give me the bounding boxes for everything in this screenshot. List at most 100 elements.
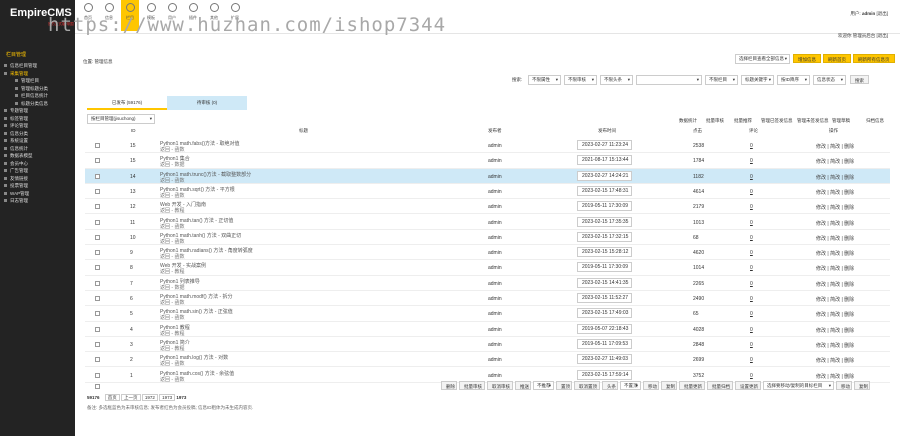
- sidebar-item[interactable]: 信息分类: [0, 130, 75, 138]
- row-date-input[interactable]: 2023-02-27 14:24:21: [577, 170, 632, 181]
- toolbar-link[interactable]: 归档信息: [866, 118, 884, 124]
- row-comments[interactable]: 0: [750, 265, 753, 271]
- row-ops[interactable]: 修改 | 简改 | 删除: [816, 174, 854, 181]
- row-ops[interactable]: 修改 | 简改 | 删除: [816, 342, 854, 349]
- row-ops[interactable]: 修改 | 简改 | 删除: [816, 296, 854, 303]
- row-comments[interactable]: 0: [750, 220, 753, 226]
- sidebar-item[interactable]: 数据表模型: [0, 152, 75, 160]
- logout-link[interactable]: [退出]: [876, 11, 888, 16]
- refresh-home-button[interactable]: 刷新首页: [823, 54, 851, 63]
- row-ops[interactable]: 修改 | 简改 | 删除: [816, 357, 854, 364]
- row-checkbox[interactable]: [95, 250, 100, 256]
- sidebar-item[interactable]: 广告管理: [0, 167, 75, 175]
- bottom-action-button[interactable]: 头条: [602, 381, 618, 390]
- row-checkbox[interactable]: [95, 311, 100, 317]
- keyword-input[interactable]: [636, 75, 702, 85]
- bottom-action-button[interactable]: 推送: [515, 381, 531, 390]
- page-prev[interactable]: 上一页: [121, 394, 141, 401]
- tab-pending[interactable]: 待审核 (0): [167, 96, 247, 110]
- toolbar-link[interactable]: 管理已签发信息: [761, 118, 793, 124]
- row-checkbox[interactable]: [95, 341, 100, 347]
- row-comments[interactable]: 0: [750, 235, 753, 241]
- filter-attr[interactable]: 不限属性: [528, 75, 561, 85]
- row-ops[interactable]: 修改 | 简改 | 删除: [816, 189, 854, 196]
- row-ops[interactable]: 修改 | 简改 | 删除: [816, 235, 854, 242]
- view-select[interactable]: 按栏目管理(jisuchong): [87, 114, 155, 124]
- row-comments[interactable]: 0: [750, 327, 753, 333]
- row-checkbox[interactable]: [95, 173, 100, 179]
- row-date-input[interactable]: 2019-05-11 17:30:09: [577, 262, 632, 273]
- row-comments[interactable]: 0: [750, 296, 753, 302]
- sidebar-item[interactable]: 专题管理: [0, 107, 75, 115]
- bottom-action-button[interactable]: 取消审核: [487, 381, 513, 390]
- row-comments[interactable]: 0: [750, 373, 753, 379]
- bottom-action-button[interactable]: 删除: [441, 381, 457, 390]
- row-comments[interactable]: 0: [750, 158, 753, 164]
- sidebar-item[interactable]: 系统设置: [0, 137, 75, 145]
- toolbar-link[interactable]: 批量审核: [706, 118, 724, 124]
- row-date-input[interactable]: 2023-02-15 14:41:35: [577, 277, 632, 288]
- row-checkbox[interactable]: [95, 296, 100, 301]
- row-date-input[interactable]: 2023-02-27 11:23:24: [577, 140, 632, 150]
- sidebar-item[interactable]: 投票管理: [0, 182, 75, 190]
- row-ops[interactable]: 修改 | 简改 | 删除: [816, 327, 854, 334]
- row-comments[interactable]: 0: [750, 250, 753, 256]
- row-ops[interactable]: 修改 | 简改 | 删除: [816, 373, 854, 380]
- row-comments[interactable]: 0: [750, 342, 753, 348]
- row-ops[interactable]: 修改 | 简改 | 删除: [816, 204, 854, 211]
- row-ops[interactable]: 修改 | 简改 | 删除: [816, 143, 854, 150]
- row-comments[interactable]: 0: [750, 281, 753, 287]
- row-ops[interactable]: 修改 | 简改 | 删除: [816, 250, 854, 257]
- toolbar-link[interactable]: 数据统计: [679, 118, 697, 124]
- filter-head[interactable]: 不限头条: [600, 75, 633, 85]
- bottom-action-button[interactable]: 设置更新: [735, 381, 761, 390]
- bottom-action-button[interactable]: 批量更新: [679, 381, 705, 390]
- sidebar-item[interactable]: 标签管理: [0, 115, 75, 123]
- filter-status[interactable]: 信息状态: [813, 75, 846, 85]
- bottom-action-button[interactable]: 选择要移动/复制的目标栏目: [763, 381, 834, 390]
- row-date-input[interactable]: 2023-02-15 17:35:35: [577, 216, 632, 227]
- row-ops[interactable]: 修改 | 简改 | 删除: [816, 220, 854, 227]
- row-checkbox[interactable]: [95, 372, 100, 378]
- row-date-input[interactable]: 2023-02-15 17:48:31: [577, 185, 632, 196]
- toolbar-link[interactable]: 管理草稿: [832, 118, 850, 124]
- refresh-all-button[interactable]: 刷新所有信息页: [853, 54, 895, 63]
- row-checkbox[interactable]: [95, 280, 100, 286]
- row-checkbox[interactable]: [95, 326, 100, 332]
- sidebar-item[interactable]: 管理栏目: [0, 77, 75, 85]
- sidebar-item[interactable]: 会员中心: [0, 160, 75, 168]
- bottom-action-button[interactable]: 置顶: [556, 381, 572, 390]
- sidebar-item[interactable]: 评论管理: [0, 122, 75, 130]
- row-checkbox[interactable]: [95, 204, 100, 210]
- search-button[interactable]: 搜索: [850, 75, 869, 84]
- row-date-input[interactable]: 2019-05-11 17:30:09: [577, 201, 632, 212]
- row-checkbox[interactable]: [95, 143, 100, 148]
- filter-column[interactable]: 不限栏目: [705, 75, 738, 85]
- select-all-checkbox[interactable]: [95, 384, 100, 389]
- bottom-action-button[interactable]: 不置顶: [620, 381, 641, 390]
- bottom-action-button[interactable]: 取消置顶: [574, 381, 600, 390]
- sidebar-item[interactable]: 栏目信息统计: [0, 92, 75, 100]
- row-date-input[interactable]: 2023-02-15 17:32:15: [577, 231, 632, 242]
- tab-published[interactable]: 已发布 (59176): [87, 96, 167, 110]
- bottom-action-button[interactable]: 不推荐: [533, 381, 554, 390]
- sidebar-item[interactable]: 标题分类信息: [0, 100, 75, 108]
- bottom-action-button[interactable]: 复制: [661, 381, 677, 390]
- toolbar-link[interactable]: 批量推荐: [734, 118, 752, 124]
- row-ops[interactable]: 修改 | 简改 | 删除: [816, 311, 854, 318]
- column-select[interactable]: 选择栏目查看全部信息: [735, 54, 790, 64]
- bottom-action-button[interactable]: 批量归档: [707, 381, 733, 390]
- filter-order[interactable]: 按ID降序: [777, 75, 810, 85]
- sidebar-item[interactable]: 友情链接: [0, 175, 75, 183]
- row-comments[interactable]: 0: [750, 174, 753, 180]
- row-checkbox[interactable]: [95, 357, 100, 363]
- row-checkbox[interactable]: [95, 158, 100, 164]
- row-checkbox[interactable]: [95, 219, 100, 225]
- row-date-input[interactable]: 2019-05-11 17:09:53: [577, 338, 632, 349]
- page-1973[interactable]: 1973: [159, 394, 176, 401]
- sidebar-item[interactable]: 信息统计: [0, 145, 75, 153]
- row-date-input[interactable]: 2023-02-27 11:49:03: [577, 354, 632, 365]
- sidebar-item[interactable]: 日志管理: [0, 197, 75, 205]
- row-date-input[interactable]: 2023-02-15 15:28:12: [577, 247, 632, 258]
- filter-title[interactable]: 标题关键字: [741, 75, 774, 85]
